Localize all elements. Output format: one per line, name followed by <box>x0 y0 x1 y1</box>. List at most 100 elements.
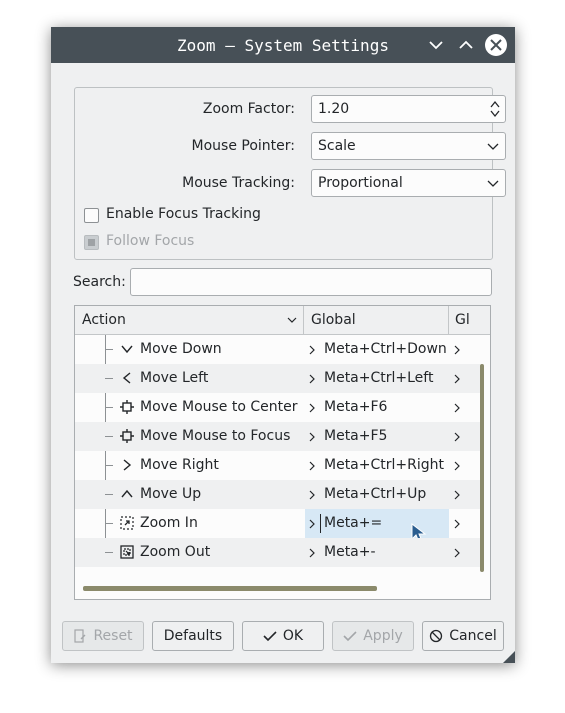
zoom-factor-label: Zoom Factor: <box>202 101 295 117</box>
global-shortcut[interactable]: Meta+Ctrl+Right <box>324 457 444 473</box>
zoom-settings-group: Zoom Factor: 1.20 Mouse Pointer: Scale M… <box>74 87 506 260</box>
crosshair-icon <box>120 428 134 444</box>
apply-label: Apply <box>363 628 403 644</box>
enable-focus-tracking-checkbox[interactable] <box>84 208 99 223</box>
checkmark-icon <box>263 631 277 642</box>
chevron-right-icon[interactable] <box>453 490 461 500</box>
global-shortcut[interactable]: Meta+- <box>324 544 376 560</box>
cancel-label: Cancel <box>449 628 497 644</box>
chevron-right-icon[interactable] <box>308 461 316 471</box>
global-shortcut[interactable]: Meta+F5 <box>324 428 387 444</box>
title-bar[interactable]: Zoom — System Settings <box>51 27 515 63</box>
table-row[interactable]: Zoom Out Meta+- <box>75 538 480 567</box>
mouse-pointer-label: Mouse Pointer: <box>191 138 295 154</box>
tree-branch-line <box>105 436 113 437</box>
tree-branch-line <box>105 523 113 524</box>
mouse-tracking-value: Proportional <box>318 175 403 191</box>
global-shortcut[interactable]: Meta+F6 <box>324 399 387 415</box>
chevron-right-icon[interactable] <box>308 519 316 529</box>
global-shortcut[interactable]: Meta+Ctrl+Left <box>324 370 433 386</box>
chevron-right-icon[interactable] <box>308 374 316 384</box>
action-name: Move Up <box>140 486 202 502</box>
text-caret <box>320 514 321 533</box>
action-name: Move Left <box>140 370 209 386</box>
cancel-icon <box>430 629 443 643</box>
zoom-factor-spinbox[interactable]: 1.20 <box>311 95 506 123</box>
table-row-selected[interactable]: Zoom In Meta+= <box>75 509 480 543</box>
chevron-right-icon[interactable] <box>308 490 316 500</box>
horizontal-scrollbar[interactable] <box>83 586 377 591</box>
minimize-button[interactable] <box>424 33 448 57</box>
tree-branch-line <box>105 407 113 408</box>
zoom-factor-value: 1.20 <box>318 101 350 117</box>
chevron-right-icon[interactable] <box>308 403 316 413</box>
chevron-right-icon[interactable] <box>453 548 461 558</box>
chevron-right-icon[interactable] <box>308 548 316 558</box>
enable-focus-tracking-label[interactable]: Enable Focus Tracking <box>106 206 261 222</box>
defaults-button[interactable]: Defaults <box>152 621 234 651</box>
global-shortcut[interactable]: Meta+Ctrl+Down <box>324 341 447 357</box>
column-divider[interactable] <box>303 306 304 334</box>
mouse-tracking-label: Mouse Tracking: <box>182 175 295 191</box>
action-name: Zoom Out <box>140 544 211 560</box>
global-shortcut[interactable]: Meta+Ctrl+Up <box>324 486 426 502</box>
chevron-right-icon[interactable] <box>453 403 461 413</box>
settings-window: Zoom — System Settings Zoom Factor: 1.20… <box>51 27 515 663</box>
reset-button: Reset <box>62 621 144 651</box>
table-row[interactable]: Move Left Meta+Ctrl+Left <box>75 364 480 393</box>
column-divider[interactable] <box>448 306 449 334</box>
mouse-pointer-select[interactable]: Scale <box>311 132 506 160</box>
close-button[interactable] <box>485 34 507 56</box>
table-row[interactable]: Move Mouse to Center Meta+F6 <box>75 393 480 422</box>
column-header-action[interactable]: Action <box>82 312 126 328</box>
maximize-button[interactable] <box>454 33 478 57</box>
table-row[interactable]: Move Up Meta+Ctrl+Up <box>75 480 480 509</box>
chevron-right-icon[interactable] <box>453 519 461 529</box>
follow-focus-checkbox <box>84 235 99 250</box>
table-row[interactable]: Move Mouse to Focus Meta+F5 <box>75 422 480 451</box>
mouse-tracking-select[interactable]: Proportional <box>311 169 506 197</box>
zoom-in-icon <box>120 515 134 531</box>
chevron-right-icon[interactable] <box>308 432 316 442</box>
close-icon <box>490 39 502 51</box>
chevron-down-icon <box>429 41 443 50</box>
column-header-global-alt[interactable]: Gl <box>455 312 470 328</box>
global-shortcut[interactable]: Meta+= <box>324 515 382 531</box>
apply-button: Apply <box>332 621 414 651</box>
spin-arrows-icon[interactable] <box>490 100 500 118</box>
column-header-global[interactable]: Global <box>311 312 356 328</box>
chevron-right-icon[interactable] <box>453 345 461 355</box>
arrow-left-icon <box>120 370 134 386</box>
chevron-right-icon[interactable] <box>453 432 461 442</box>
tree-branch-line <box>105 378 113 379</box>
action-name: Move Mouse to Center <box>140 399 298 415</box>
chevron-right-icon[interactable] <box>308 345 316 355</box>
arrow-up-icon <box>120 486 134 502</box>
tree-header: Action Global Gl <box>75 306 490 335</box>
chevron-right-icon[interactable] <box>453 461 461 471</box>
action-name: Zoom In <box>140 515 198 531</box>
tree-branch-line <box>105 494 113 495</box>
resize-grip[interactable] <box>503 651 515 663</box>
chevron-down-icon <box>487 143 499 150</box>
search-label: Search: <box>73 274 126 290</box>
reset-label: Reset <box>93 628 133 644</box>
arrow-right-icon <box>120 457 134 473</box>
table-row[interactable]: Move Down Meta+Ctrl+Down <box>75 335 480 364</box>
vertical-scrollbar[interactable] <box>480 364 484 572</box>
checkmark-icon <box>343 631 357 642</box>
ok-label: OK <box>282 628 304 644</box>
tree-branch-line <box>105 552 113 553</box>
search-input[interactable] <box>130 268 492 296</box>
chevron-down-icon <box>487 180 499 187</box>
table-row[interactable]: Move Right Meta+Ctrl+Right <box>75 451 480 480</box>
cancel-button[interactable]: Cancel <box>422 621 504 651</box>
action-name: Move Mouse to Focus <box>140 428 291 444</box>
chevron-right-icon[interactable] <box>453 374 461 384</box>
ok-button[interactable]: OK <box>242 621 324 651</box>
mouse-pointer-value: Scale <box>318 138 356 154</box>
zoom-out-icon <box>120 544 134 560</box>
follow-focus-label: Follow Focus <box>106 233 195 249</box>
shortcuts-tree[interactable]: Action Global Gl Move Down Meta+Ctrl+Dow… <box>74 305 491 600</box>
sort-chevron-down-icon[interactable] <box>287 315 297 325</box>
